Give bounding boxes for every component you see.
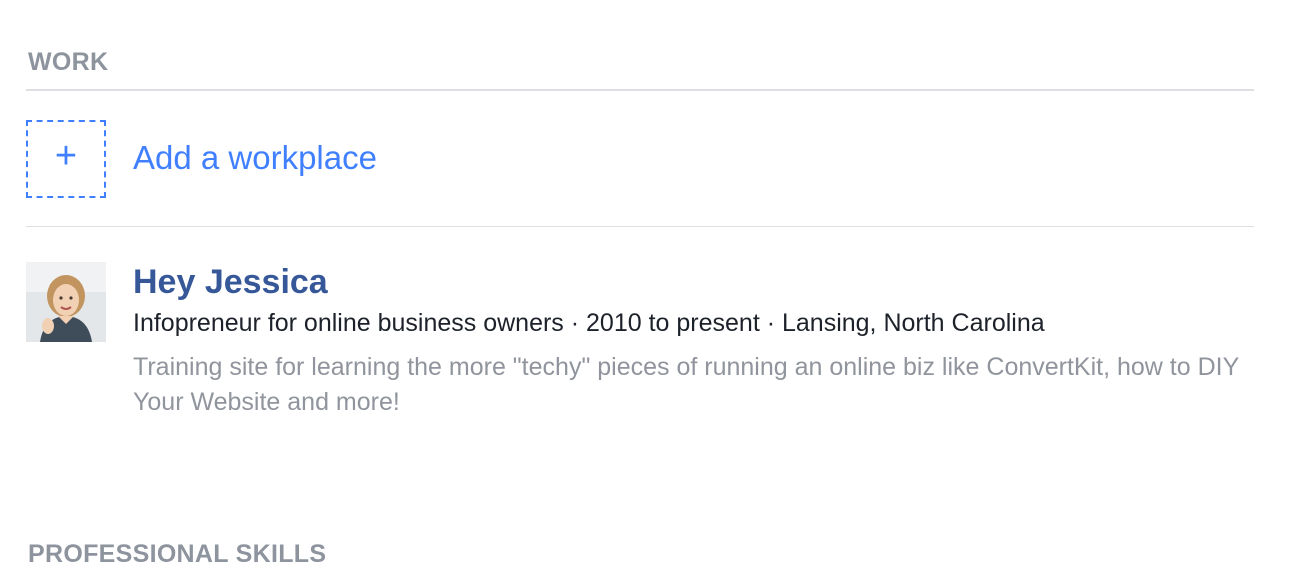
workplace-description: Training site for learning the more "tec… xyxy=(133,353,1239,416)
add-workplace-link[interactable]: Add a workplace xyxy=(133,139,377,177)
entry-divider xyxy=(26,226,1254,227)
add-workplace-button[interactable]: + xyxy=(26,120,106,198)
workplace-avatar[interactable] xyxy=(26,262,106,342)
work-section-title: WORK xyxy=(28,48,109,76)
skills-section-title: PROFESSIONAL SKILLS xyxy=(28,540,327,568)
profile-photo xyxy=(26,262,106,342)
plus-icon: + xyxy=(54,135,78,177)
workplace-name[interactable]: Hey Jessica xyxy=(133,263,328,302)
work-section-divider xyxy=(26,89,1254,91)
workplace-meta: Infopreneur for online business owners ·… xyxy=(133,309,1045,337)
